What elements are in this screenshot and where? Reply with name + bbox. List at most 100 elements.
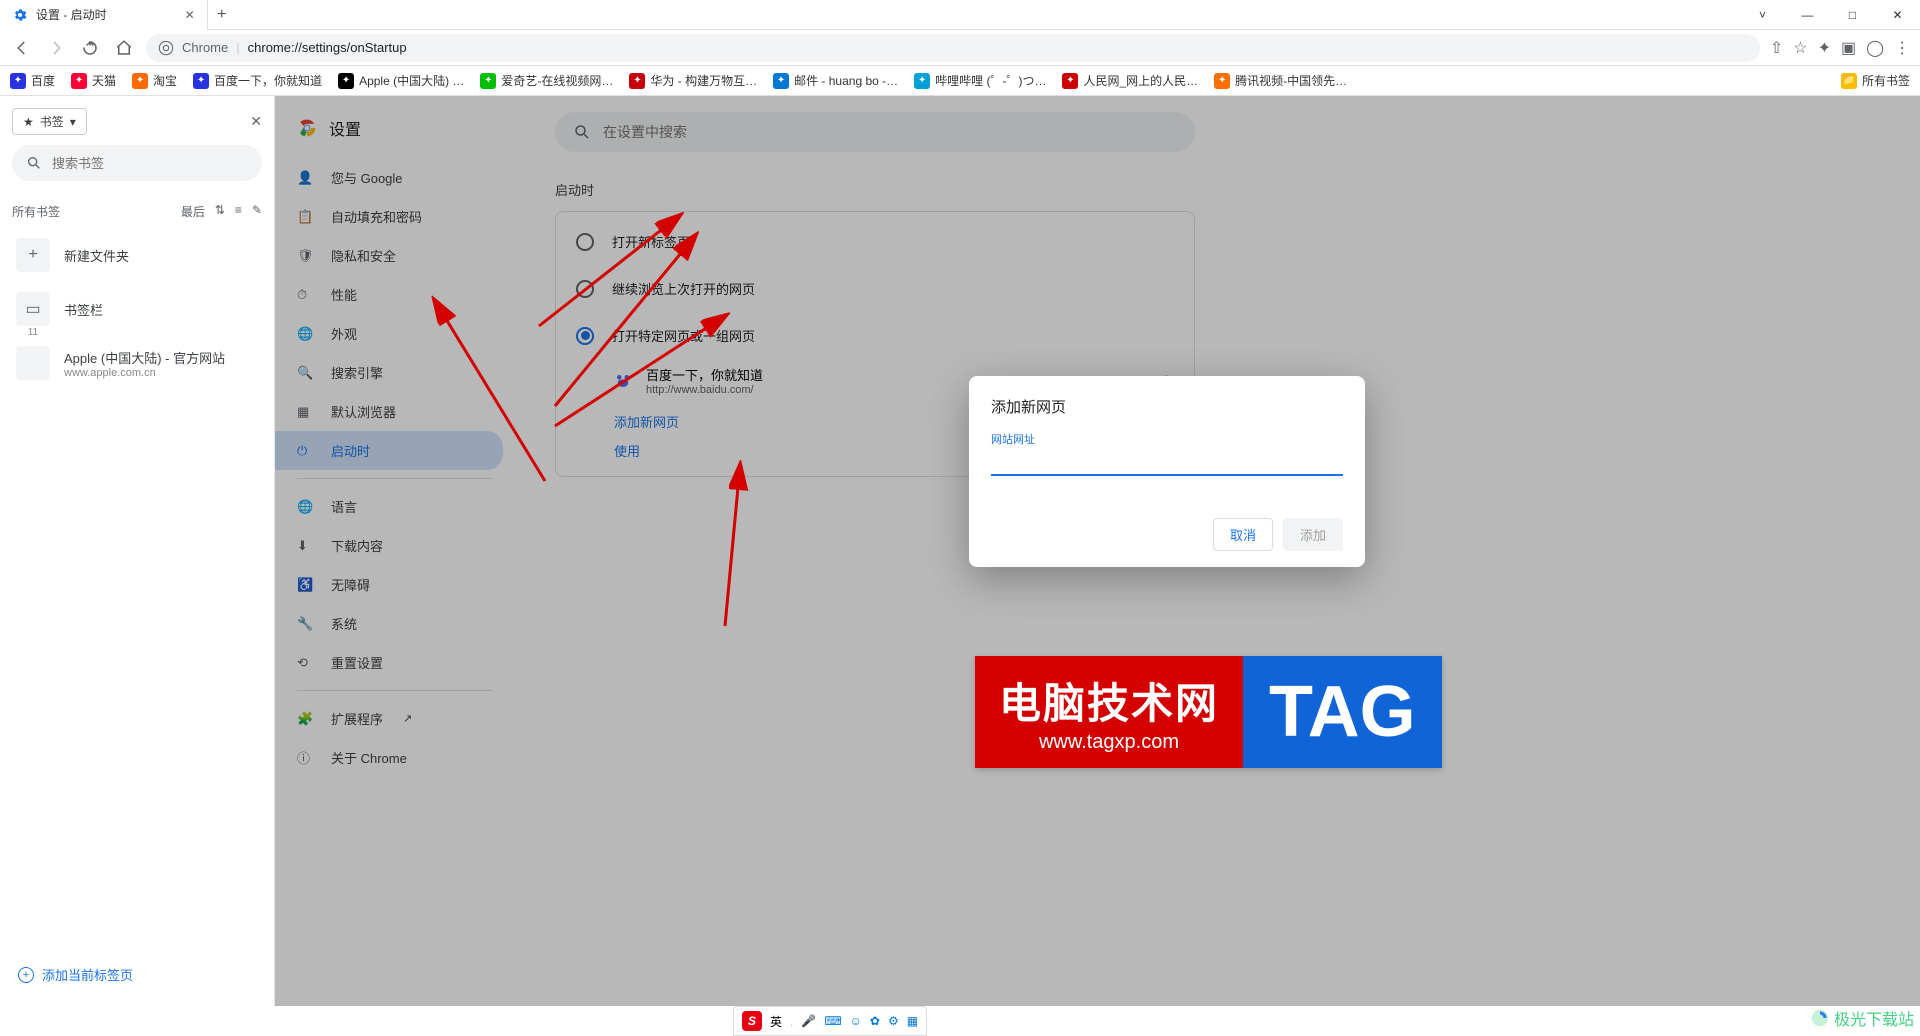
bookmark-label: 天猫 <box>92 72 116 89</box>
tab-title: 设置 - 启动时 <box>36 6 107 23</box>
watermark-banner: 电脑技术网 www.tagxp.com TAG <box>975 656 1442 768</box>
add-current-tab-label: 添加当前标签页 <box>42 965 133 984</box>
url-scheme-label: Chrome <box>182 40 228 55</box>
window-close-button[interactable]: ✕ <box>1875 0 1920 30</box>
ime-toolbox-icon[interactable]: ⚙ <box>888 1014 899 1028</box>
bookmark-item[interactable]: ✦ 人民网_网上的人民… <box>1062 72 1198 89</box>
annotation-arrow <box>695 456 755 636</box>
maximize-button[interactable]: □ <box>1830 0 1875 30</box>
ime-mode[interactable]: 英 <box>770 1013 782 1030</box>
chevron-down-icon: ▾ <box>70 115 76 129</box>
dialog-url-input[interactable] <box>991 449 1343 476</box>
folder-label: 书签栏 <box>64 303 103 318</box>
settings-page: 设置 👤您与 Google📋自动填充和密码🛡隐私和安全⏱性能🌐外观🔍搜索引擎▦默… <box>275 96 1920 1006</box>
favicon: ✦ <box>193 73 209 89</box>
bookmarks-dropdown[interactable]: ★ 书签 ▾ <box>12 108 87 135</box>
bookmark-label: 百度 <box>31 72 55 89</box>
annotation-arrow <box>535 306 755 436</box>
bookmark-item[interactable]: ✦ 百度一下，你就知道 <box>193 72 322 89</box>
forward-button[interactable] <box>44 36 68 60</box>
add-current-tab-button[interactable]: + 添加当前标签页 <box>12 955 262 994</box>
ime-skin-icon[interactable]: ✿ <box>870 1014 880 1028</box>
bookmark-item-apple[interactable]: Apple (中国大陆) - 官方网站 www.apple.com.cn <box>12 336 262 390</box>
favicon: ✦ <box>338 73 354 89</box>
browser-tab[interactable]: 设置 - 启动时 ✕ <box>0 0 208 30</box>
sogou-icon: S <box>742 1011 762 1031</box>
ime-toolbar[interactable]: S 英 , 🎤 ⌨ ☺ ✿ ⚙ ▦ <box>733 1006 927 1036</box>
bookmarks-chip-label: 书签 <box>40 113 64 130</box>
reload-button[interactable] <box>78 36 102 60</box>
all-bookmarks-button[interactable]: 📁所有书签 <box>1841 72 1910 89</box>
star-icon[interactable]: ☆ <box>1793 38 1807 58</box>
favicon: ✦ <box>773 73 789 89</box>
new-folder-label: 新建文件夹 <box>64 249 129 264</box>
watermark-url: www.tagxp.com <box>999 731 1219 754</box>
side-panel-icon[interactable]: ▣ <box>1841 38 1856 58</box>
new-folder-button[interactable]: + 新建文件夹 <box>12 228 262 282</box>
extensions-icon[interactable]: ✦ <box>1818 38 1831 58</box>
list-view-icon[interactable]: ≡ <box>235 203 242 220</box>
address-bar[interactable]: Chrome | chrome://settings/onStartup <box>146 34 1760 62</box>
favicon: ✦ <box>1062 73 1078 89</box>
edit-icon[interactable]: ✎ <box>252 203 262 220</box>
menu-icon[interactable]: ⋮ <box>1894 38 1910 58</box>
all-bookmarks-label: 所有书签 <box>12 203 60 220</box>
favicon: ✦ <box>1214 73 1230 89</box>
bookmark-item[interactable]: ✦哔哩哔哩 (゜-゜)つ… <box>914 72 1046 89</box>
back-button[interactable] <box>10 36 34 60</box>
bookmark-title: Apple (中国大陆) - 官方网站 <box>64 348 225 367</box>
browser-toolbar: Chrome | chrome://settings/onStartup ⇧ ☆… <box>0 30 1920 66</box>
bookmark-item[interactable]: ✦华为 - 构建万物互… <box>629 72 757 89</box>
url-text: chrome://settings/onStartup <box>248 40 407 55</box>
favicon: ✦ <box>132 73 148 89</box>
bookmark-item[interactable]: ✦ 百度 <box>10 72 55 89</box>
plus-circle-icon: + <box>18 967 34 983</box>
gear-icon <box>12 7 28 23</box>
ime-voice-icon[interactable]: 🎤 <box>801 1014 816 1028</box>
share-icon[interactable]: ⇧ <box>1770 38 1783 58</box>
ime-settings-icon[interactable]: ▦ <box>907 1014 918 1028</box>
bookmark-item[interactable]: ✦Apple (中国大陆) … <box>338 72 464 89</box>
home-button[interactable] <box>112 36 136 60</box>
bookmark-label: 淘宝 <box>153 72 177 89</box>
ime-keyboard-icon[interactable]: ⌨ <box>824 1014 841 1028</box>
folder-icon: ▭11 <box>16 292 50 326</box>
star-icon: ★ <box>23 115 34 129</box>
window-controls: ˅ — □ ✕ <box>1740 0 1920 30</box>
all-bookmarks-label: 所有书签 <box>1862 72 1910 89</box>
profile-icon[interactable]: ◯ <box>1866 38 1884 58</box>
bookmark-item[interactable]: ✦ 天猫 <box>71 72 116 89</box>
dialog-field-label: 网站网址 <box>991 431 1343 447</box>
bookmark-item[interactable]: ✦腾讯视频-中国领先… <box>1214 72 1347 89</box>
bookmark-bar-folder[interactable]: ▭11 书签栏 <box>12 282 262 336</box>
ime-emoji-icon[interactable]: ☺ <box>850 1014 862 1028</box>
bookmark-item[interactable]: ✦爱奇艺-在线视频网… <box>480 72 613 89</box>
filter-icon[interactable]: ⇅ <box>215 203 225 220</box>
close-panel-icon[interactable]: ✕ <box>250 113 262 130</box>
plus-icon: + <box>16 238 50 272</box>
minimize-button[interactable]: — <box>1785 0 1830 30</box>
bookmark-label: 人民网_网上的人民… <box>1083 72 1198 89</box>
toolbar-right: ⇧ ☆ ✦ ▣ ◯ ⋮ <box>1770 38 1910 58</box>
cancel-button[interactable]: 取消 <box>1213 518 1273 551</box>
add-page-dialog: 添加新网页 网站网址 取消 添加 <box>969 376 1365 567</box>
bookmarks-search-input[interactable] <box>52 156 248 171</box>
bookmark-label: 华为 - 构建万物互… <box>650 72 757 89</box>
add-button[interactable]: 添加 <box>1283 518 1343 551</box>
favicon: ✦ <box>10 73 26 89</box>
window-titlebar: 设置 - 启动时 ✕ + ˅ — □ ✕ <box>0 0 1920 30</box>
bookmarks-search[interactable] <box>12 145 262 181</box>
sort-label[interactable]: 最后 <box>181 203 205 220</box>
tab-close-icon[interactable]: ✕ <box>185 8 195 22</box>
bookmark-label: 百度一下，你就知道 <box>214 72 322 89</box>
bookmark-item[interactable]: ✦ 淘宝 <box>132 72 177 89</box>
chrome-icon <box>158 40 174 56</box>
corner-watermark: 极光下载站 <box>1810 1006 1914 1030</box>
favicon: ✦ <box>71 73 87 89</box>
dialog-title: 添加新网页 <box>991 396 1343 417</box>
bookmarks-side-panel: ★ 书签 ▾ ✕ 所有书签 最后 ⇅ ≡ ✎ + 新建文件夹 ▭11 书签栏 <box>0 96 275 1006</box>
bookmark-item[interactable]: ✦邮件 - huang bo -… <box>773 72 898 89</box>
new-tab-button[interactable]: + <box>208 6 236 24</box>
search-icon <box>26 155 42 171</box>
chevron-down-icon[interactable]: ˅ <box>1740 0 1785 30</box>
